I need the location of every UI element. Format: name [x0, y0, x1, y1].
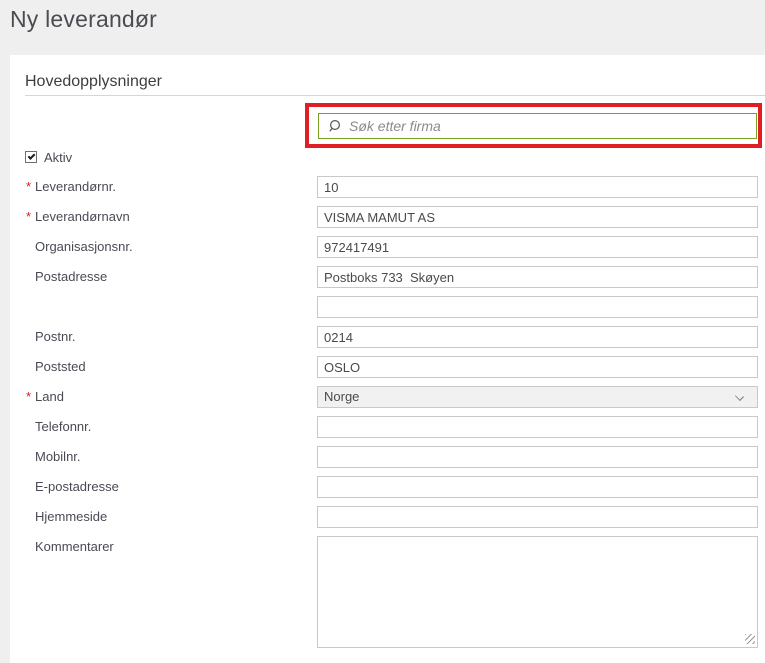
field-label-text: Poststed — [35, 359, 86, 374]
page-title: Ny leverandør — [10, 6, 158, 32]
hjemmeside-input[interactable] — [317, 506, 758, 528]
chevron-down-icon — [735, 392, 744, 401]
field-label-text: Leverandørnr. — [35, 179, 116, 194]
main-panel: Hovedopplysninger Aktiv *Leverandørnr. *… — [10, 55, 765, 663]
required-marker: * — [26, 179, 32, 194]
form-row-leverandornavn: * Leverandørnavn — [10, 206, 765, 228]
field-label: Postadresse — [26, 266, 306, 288]
field-label: Hjemmeside — [26, 506, 306, 528]
active-checkbox[interactable] — [25, 151, 37, 163]
field-label-text: Hjemmeside — [35, 509, 108, 524]
form-row-hjemmeside: Hjemmeside — [10, 506, 765, 528]
field-label: Postnr. — [26, 326, 306, 348]
field-label-text: Postadresse — [35, 269, 108, 284]
field-label-text: E-postadresse — [35, 479, 119, 494]
field-label-text: Land — [35, 389, 64, 404]
form-row-postnr: Postnr. — [10, 326, 765, 348]
form-row-kommentarer: Kommentarer — [10, 536, 765, 648]
form-row-mobilnr: Mobilnr. — [10, 446, 765, 468]
land-select[interactable]: Norge — [317, 386, 758, 408]
company-search-input[interactable] — [349, 116, 756, 136]
form-row-land: * Land Norge — [10, 386, 765, 408]
field-label-text: Leverandørnavn — [35, 209, 130, 224]
field-label-text: Organisasjonsnr. — [35, 239, 133, 254]
field-label: Organisasjonsnr. — [26, 236, 306, 258]
field-label: Kommentarer — [26, 536, 306, 558]
field-label-text: Kommentarer — [35, 539, 114, 554]
form-row-poststed: Poststed — [10, 356, 765, 378]
land-select-value: Norge — [324, 389, 360, 404]
field-label: Poststed — [26, 356, 306, 378]
form-row-postadresse2 — [10, 296, 765, 318]
organisasjonsnr-input[interactable] — [317, 236, 758, 258]
mobilnr-input[interactable] — [317, 446, 758, 468]
field-label: E-postadresse — [26, 476, 306, 498]
field-label-text: Mobilnr. — [35, 449, 81, 464]
kommentarer-textarea[interactable] — [317, 536, 758, 648]
active-checkbox-row[interactable]: Aktiv — [25, 149, 72, 165]
telefonnr-input[interactable] — [317, 416, 758, 438]
postnr-input[interactable] — [317, 326, 758, 348]
postadresse-input[interactable] — [317, 266, 758, 288]
required-marker: * — [26, 209, 32, 224]
form-row-telefonnr: Telefonnr. — [10, 416, 765, 438]
leverandornavn-input[interactable] — [317, 206, 758, 228]
active-checkbox-label: Aktiv — [44, 149, 73, 165]
check-icon — [27, 152, 36, 160]
field-label: * Land — [26, 386, 306, 408]
field-label: Mobilnr. — [26, 446, 306, 468]
company-search-box[interactable] — [318, 113, 757, 139]
field-label: * Leverandørnr. — [26, 176, 306, 198]
field-label: Telefonnr. — [26, 416, 306, 438]
epostadresse-input[interactable] — [317, 476, 758, 498]
field-label: * Leverandørnavn — [26, 206, 306, 228]
section-divider — [25, 95, 765, 96]
section-title: Hovedopplysninger — [25, 73, 162, 90]
required-marker: * — [26, 389, 32, 404]
form-row-epostadresse: E-postadresse — [10, 476, 765, 498]
form-row-organisasjonsnr: Organisasjonsnr. — [10, 236, 765, 258]
search-icon — [329, 119, 341, 132]
postadresse2-input[interactable] — [317, 296, 758, 318]
leverandornr-input[interactable] — [317, 176, 758, 198]
field-label-text: Postnr. — [35, 329, 76, 344]
field-label-text: Telefonnr. — [35, 419, 92, 434]
form-row-postadresse: Postadresse — [10, 266, 765, 288]
form-row-leverandornr: * Leverandørnr. — [10, 176, 765, 198]
poststed-input[interactable] — [317, 356, 758, 378]
